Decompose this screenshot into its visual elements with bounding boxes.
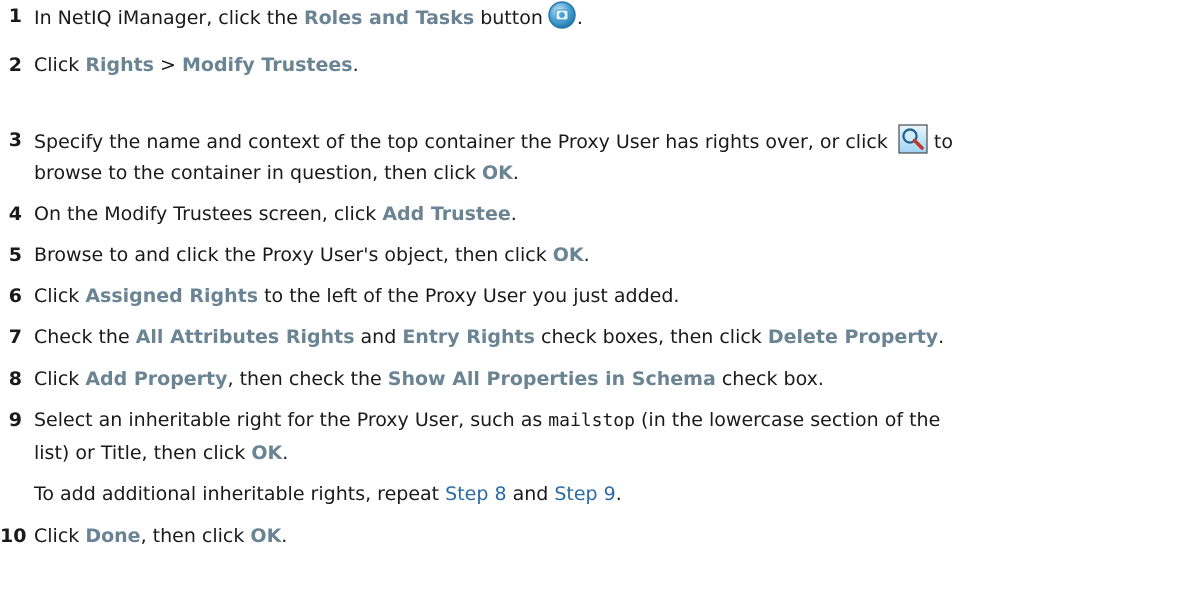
step-text: To add additional inheritable rights, re… (34, 478, 622, 510)
step-text: Click Done, then click OK. (34, 520, 287, 552)
step-text: browse to the container in question, the… (34, 157, 519, 189)
ui-term: Done (85, 525, 141, 547)
step-text: Browse to and click the Proxy User's obj… (34, 239, 590, 271)
step-link[interactable]: Step 9 (554, 483, 615, 505)
step-text: Click Rights > Modify Trustees. (34, 49, 359, 81)
text-run: , then check the (227, 368, 388, 390)
text-run: > (154, 54, 182, 76)
browse-search-icon[interactable] (898, 124, 928, 164)
text-run: , then click (140, 525, 251, 547)
ui-term: OK (250, 525, 282, 547)
text-run: and (506, 483, 555, 505)
text-run: and (354, 326, 403, 348)
ui-term: Show All Properties in Schema (387, 368, 716, 390)
ui-term: Delete Property (767, 326, 939, 348)
step-text: Select an inheritable right for the Prox… (34, 404, 940, 437)
ui-term: Assigned Rights (85, 285, 259, 307)
ui-term: OK (251, 442, 283, 464)
step-text: Check the All Attributes Rights and Entr… (34, 321, 944, 353)
text-run: Specify the name and context of the top … (34, 131, 894, 153)
text-run: . (282, 442, 289, 464)
step-number: 2 (8, 54, 22, 76)
text-run: . (352, 54, 359, 76)
text-run: Click (34, 54, 86, 76)
text-run: To add additional inheritable rights, re… (34, 483, 446, 505)
step-text: Click Add Property, then check the Show … (34, 363, 824, 395)
step-number: 7 (8, 326, 22, 348)
ui-term: OK (552, 244, 584, 266)
text-run: (in the lowercase section of the (634, 409, 941, 431)
step-number: 3 (8, 129, 22, 151)
ui-term: Rights (85, 54, 154, 76)
ui-term: OK (481, 162, 513, 184)
text-run: Click (34, 525, 86, 547)
step-number: 6 (8, 285, 22, 307)
step-number: 5 (8, 244, 22, 266)
text-run: check boxes, then click (534, 326, 768, 348)
text-run: . (938, 326, 945, 348)
text-run: . (583, 244, 590, 266)
step-text: On the Modify Trustees screen, click Add… (34, 198, 517, 230)
text-run: . (281, 525, 288, 547)
text-run: check box. (715, 368, 824, 390)
text-run: to (927, 131, 953, 153)
roles-and-tasks-icon[interactable] (547, 0, 577, 40)
text-run: . (512, 162, 519, 184)
step-number: 4 (8, 203, 22, 225)
text-run: On the Modify Trustees screen, click (34, 203, 383, 225)
ui-term: Add Trustee (382, 203, 511, 225)
step-link[interactable]: Step 8 (445, 483, 506, 505)
step-number: 9 (8, 409, 22, 431)
ui-term: Roles and Tasks (304, 7, 475, 29)
text-run: Check the (34, 326, 136, 348)
ui-term: Entry Rights (402, 326, 535, 348)
text-run: Browse to and click the Proxy User's obj… (34, 244, 553, 266)
text-run: to the left of the Proxy User you just a… (258, 285, 680, 307)
text-run: Click (34, 285, 86, 307)
ui-term: All Attributes Rights (135, 326, 355, 348)
text-run: . (576, 7, 583, 29)
step-number: 10 (0, 525, 27, 547)
step-text: Click Assigned Rights to the left of the… (34, 280, 679, 312)
step-number: 8 (8, 368, 22, 390)
code-term: mailstop (548, 410, 635, 431)
step-text: In NetIQ iManager, click the Roles and T… (34, 0, 583, 40)
text-run: Click (34, 368, 86, 390)
text-run: list) or Title, then click (34, 442, 252, 464)
ui-term: Modify Trustees (182, 54, 353, 76)
text-run: . (615, 483, 622, 505)
step-number: 1 (8, 5, 22, 27)
text-run: browse to the container in question, the… (34, 162, 482, 184)
text-run: . (510, 203, 517, 225)
text-run: In NetIQ iManager, click the (34, 7, 304, 29)
ui-term: Add Property (85, 368, 228, 390)
text-run: Select an inheritable right for the Prox… (34, 409, 549, 431)
step-text: list) or Title, then click OK. (34, 437, 288, 469)
text-run: button (474, 7, 543, 29)
